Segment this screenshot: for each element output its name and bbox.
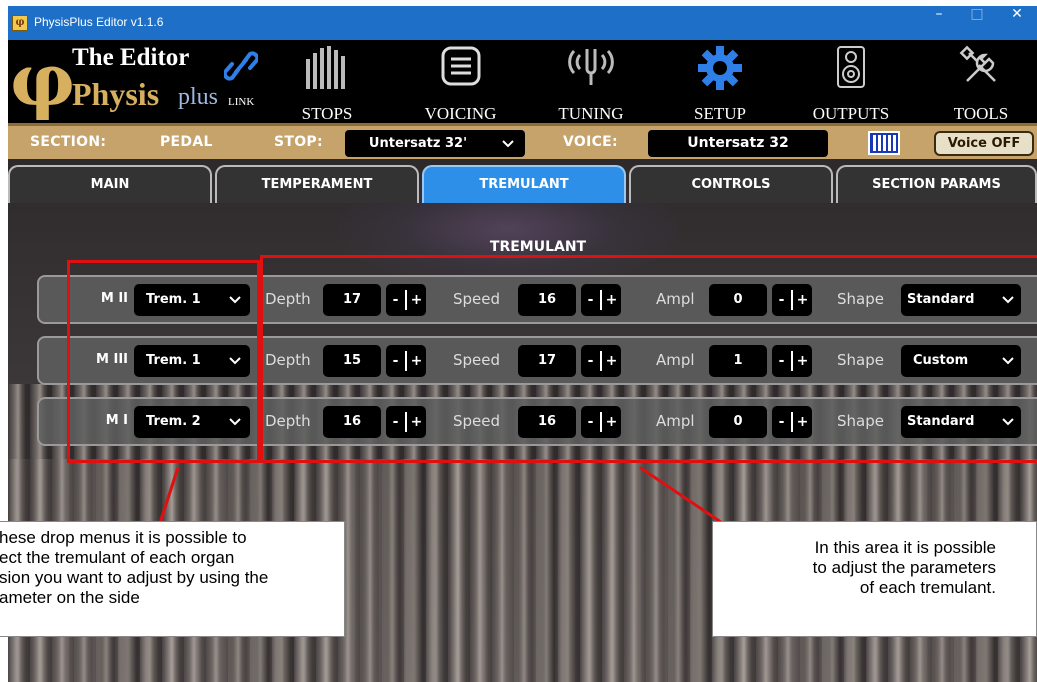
app-icon: φ: [12, 15, 28, 31]
tab-main[interactable]: MAIN: [8, 165, 212, 203]
voice-display: Untersatz 32: [648, 130, 828, 157]
nav-setup-label: SETUP: [694, 104, 746, 123]
callout-line: ameter on the side: [0, 588, 140, 607]
section-label: SECTION:: [30, 134, 107, 150]
nav-tuning-label: TUNING: [558, 104, 624, 123]
stop-select[interactable]: Untersatz 32': [345, 130, 525, 157]
link-icon[interactable]: [224, 48, 258, 84]
voice-off-button[interactable]: Voice OFF: [934, 131, 1034, 156]
close-button[interactable]: ✕: [997, 6, 1037, 40]
keyboard-icon[interactable]: [868, 131, 900, 155]
nav-stops[interactable]: STOPS: [284, 40, 370, 123]
tab-controls[interactable]: CONTROLS: [629, 165, 833, 203]
nav-stops-label: STOPS: [301, 104, 353, 123]
nav-tools[interactable]: TOOLS: [938, 40, 1024, 123]
stop-label: STOP:: [274, 134, 323, 150]
section-bar: SECTION: PEDAL STOP: Untersatz 32' VOICE…: [8, 123, 1037, 159]
speaker-icon: [837, 46, 865, 88]
tools-icon: [959, 45, 996, 82]
title-bar: φ PhysisPlus Editor v1.1.6 – □ ✕: [8, 6, 1037, 40]
callout-line: In this area it is possible: [814, 538, 996, 557]
callout-line: to adjust the parameters: [812, 558, 996, 577]
annotation-callout-right: In this area it is possible to adjust th…: [712, 521, 1037, 637]
tab-section-params[interactable]: SECTION PARAMS: [836, 165, 1037, 203]
nav-tools-label: TOOLS: [953, 104, 1009, 123]
panel-title: TREMULANT: [489, 239, 587, 255]
header: φ The Editor Physis plus LINK STOPS VOIC…: [8, 40, 1037, 123]
callout-line: hese drop menus it is possible to: [0, 528, 247, 547]
link-label: LINK: [228, 96, 255, 108]
nav-setup[interactable]: SETUP: [684, 40, 756, 123]
callout-line: ect the tremulant of each organ: [0, 548, 235, 567]
window-title: PhysisPlus Editor v1.1.6: [34, 15, 164, 29]
tuning-fork-icon: [568, 49, 614, 85]
callout-line: sion you want to adjust by using the: [0, 568, 269, 587]
minimize-button[interactable]: –: [919, 6, 959, 40]
section-value: PEDAL: [160, 134, 213, 150]
gear-icon: [698, 46, 742, 90]
logo-title: The Editor: [72, 44, 190, 71]
callout-line: of each tremulant.: [859, 578, 996, 597]
maximize-button[interactable]: □: [957, 6, 997, 40]
annotation-highlight-parameters: [260, 255, 1037, 463]
voice-label: VOICE:: [563, 134, 618, 150]
nav-tuning[interactable]: TUNING: [547, 40, 635, 123]
list-icon: [441, 46, 480, 86]
nav-voicing[interactable]: VOICING: [413, 40, 508, 123]
app: φ PhysisPlus Editor v1.1.6 – □ ✕ φ The E…: [0, 0, 1037, 682]
logo-physis: Physis: [72, 76, 160, 112]
stop-select-value: Untersatz 32': [368, 136, 468, 151]
logo-phi-icon: φ: [10, 37, 76, 122]
annotation-highlight-selectors: [67, 260, 260, 463]
nav-voicing-label: VOICING: [424, 104, 497, 123]
nav-outputs-label: OUTPUTS: [812, 104, 890, 123]
logo-plus: plus: [178, 84, 219, 110]
annotation-callout-left: hese drop menus it is possible to ect th…: [0, 521, 345, 637]
organ-pipes-icon: [306, 46, 345, 89]
nav-outputs[interactable]: OUTPUTS: [803, 40, 899, 123]
tab-temperament[interactable]: TEMPERAMENT: [215, 165, 419, 203]
tab-tremulant[interactable]: TREMULANT: [422, 165, 626, 203]
